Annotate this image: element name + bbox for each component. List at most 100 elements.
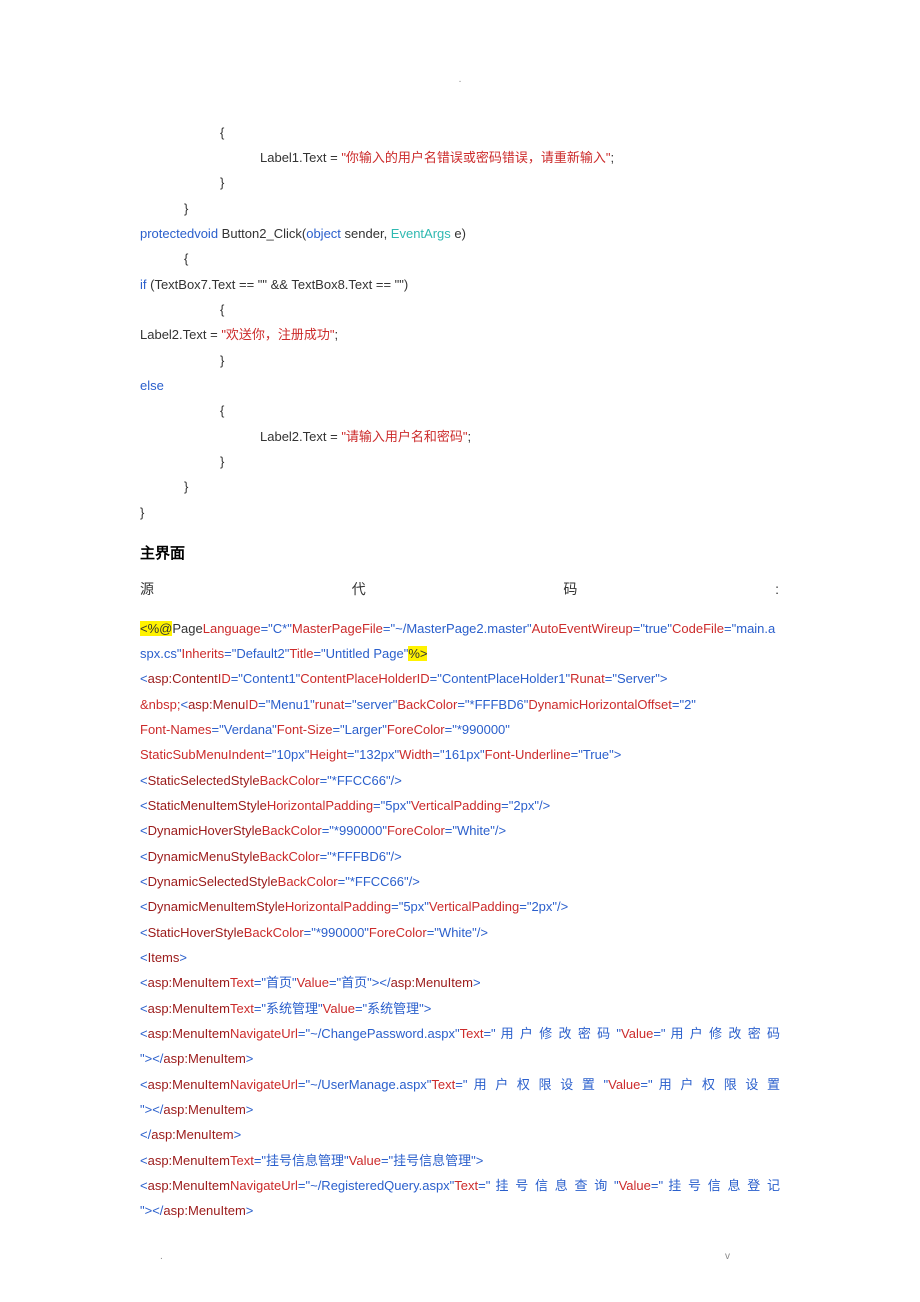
cs-brace-close: }: [140, 449, 780, 474]
e: StaticMenuItemStyle: [148, 798, 267, 813]
a: ID: [245, 697, 258, 712]
e: asp:MenuItem: [148, 1153, 230, 1168]
e: asp:MenuItem: [148, 1001, 230, 1016]
a: BackColor: [262, 823, 322, 838]
hl: <%@: [140, 621, 172, 636]
v: =" 挂 号 信 息 登 记: [651, 1178, 780, 1193]
t: <: [140, 773, 148, 788]
txt: Label2.Text =: [260, 429, 341, 444]
attr: Inherits: [181, 646, 224, 661]
string: "请输入用户名和密码": [341, 429, 467, 444]
cs-brace-close: }: [140, 170, 780, 195]
e: asp:MenuItem: [163, 1203, 245, 1218]
string: "欢送你，注册成功": [221, 327, 334, 342]
txt: Button2_Click(: [218, 226, 306, 241]
a: Value: [619, 1178, 651, 1193]
cs-brace-open: {: [140, 120, 780, 145]
e: asp:Menu: [188, 697, 245, 712]
cs-brace-close: }: [140, 348, 780, 373]
e: DynamicHoverStyle: [148, 823, 262, 838]
attr: CodeFile: [672, 621, 724, 636]
v: ="132px": [347, 747, 399, 762]
asp-line: <%@PageLanguage="C*"MasterPageFile="~/Ma…: [140, 616, 780, 641]
t: <: [140, 925, 148, 940]
asp-line: spx.cs"Inherits="Default2"Title="Untitle…: [140, 641, 780, 666]
v: ="5px": [373, 798, 411, 813]
t: >: [234, 1127, 242, 1142]
txt: Label2.Text =: [140, 327, 221, 342]
txt: (TextBox7.Text == "" && TextBox8.Text ==…: [147, 277, 409, 292]
a: Text: [454, 1178, 478, 1193]
e: DynamicMenuItemStyle: [148, 899, 285, 914]
v: ="5px": [391, 899, 429, 914]
a: BackColor: [278, 874, 338, 889]
a: runat: [315, 697, 345, 712]
e: asp:MenuItem: [391, 975, 473, 990]
attr: AutoEventWireup: [532, 621, 633, 636]
e: asp:Content: [148, 671, 218, 686]
t: <: [140, 975, 148, 990]
t: <: [140, 671, 148, 686]
v: "></: [140, 1051, 163, 1066]
v: "></: [140, 1203, 163, 1218]
cs-brace-open: {: [140, 246, 780, 271]
e: asp:MenuItem: [163, 1051, 245, 1066]
keyword-else: else: [140, 373, 780, 398]
top-mark: .: [140, 70, 780, 90]
t: <: [140, 874, 148, 889]
v: =" 用 户 修 改 密 码 ": [483, 1026, 621, 1041]
source-code-label: 源 代 码 :: [140, 576, 780, 603]
type: EventArgs: [391, 226, 451, 241]
char: 代: [352, 576, 367, 603]
t: <: [140, 1077, 148, 1092]
a: BackColor: [397, 697, 457, 712]
a: Value: [323, 1001, 355, 1016]
v: ="系统管理": [254, 1001, 323, 1016]
t: <: [140, 1153, 148, 1168]
t: >: [473, 975, 481, 990]
t: <: [140, 1001, 148, 1016]
a: ForeColor: [387, 722, 445, 737]
asp-line: <asp:MenuItemNavigateUrl="~/RegisteredQu…: [140, 1173, 780, 1198]
asp-line: "></asp:MenuItem>: [140, 1046, 780, 1071]
v: ="*FFFBD6"/>: [320, 849, 402, 864]
val: ="C*": [261, 621, 292, 636]
section-heading: 主界面: [140, 539, 780, 568]
val: ="~/MasterPage2.master": [383, 621, 532, 636]
e: asp:MenuItem: [148, 1178, 230, 1193]
attr: MasterPageFile: [292, 621, 383, 636]
e: DynamicSelectedStyle: [148, 874, 278, 889]
cs-line: Label2.Text = "欢送你，注册成功";: [140, 322, 780, 347]
e: asp:MenuItem: [151, 1127, 233, 1142]
v: ="~/ChangePassword.aspx": [298, 1026, 460, 1041]
keyword: protectedvoid: [140, 226, 218, 241]
txt: Label1.Text =: [260, 150, 341, 165]
t: <: [140, 1178, 148, 1193]
e: asp:MenuItem: [148, 1026, 230, 1041]
e: Items: [148, 950, 180, 965]
a: Text: [230, 1153, 254, 1168]
semi: ;: [335, 327, 339, 342]
a: Font-Size: [277, 722, 333, 737]
a: Text: [431, 1077, 455, 1092]
t: <: [180, 697, 188, 712]
v: ="Menu1": [258, 697, 315, 712]
v: ="~/UserManage.aspx": [298, 1077, 432, 1092]
e: &nbsp;: [140, 697, 180, 712]
char: :: [775, 576, 780, 603]
a: Value: [349, 1153, 381, 1168]
cs-brace-close: }: [140, 474, 780, 499]
asp-line: <DynamicMenuStyleBackColor="*FFFBD6"/>: [140, 844, 780, 869]
e: StaticSelectedStyle: [148, 773, 260, 788]
v: ="2px"/>: [519, 899, 568, 914]
hl: %>: [408, 646, 427, 661]
v: ="首页": [254, 975, 297, 990]
v: ="*FFFBD6": [457, 697, 528, 712]
v: ="White"/>: [445, 823, 506, 838]
asp-line: <StaticMenuItemStyleHorizontalPadding="5…: [140, 793, 780, 818]
v: ="True">: [571, 747, 622, 762]
asp-line: &nbsp;<asp:MenuID="Menu1"runat="server"B…: [140, 692, 780, 717]
a: Text: [230, 975, 254, 990]
v: "></: [140, 1102, 163, 1117]
asp-line: </asp:MenuItem>: [140, 1122, 780, 1147]
